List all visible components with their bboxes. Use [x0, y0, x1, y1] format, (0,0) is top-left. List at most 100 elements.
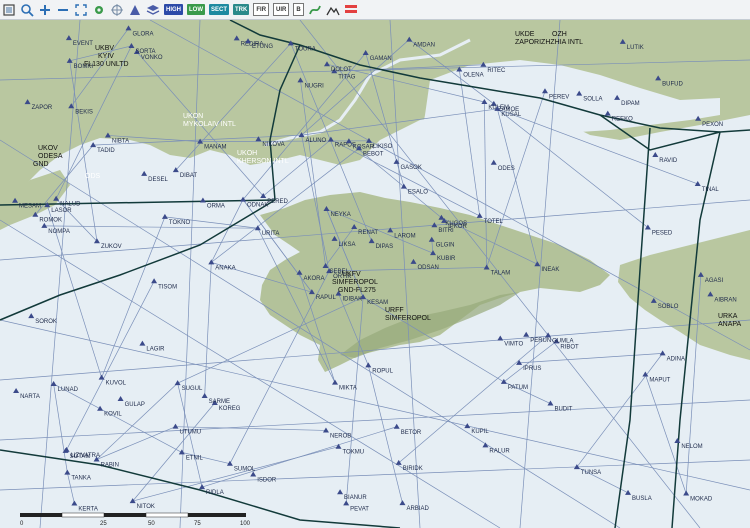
waypoint-label: DESEL	[148, 177, 168, 183]
high-airways-button[interactable]: HIGH	[164, 4, 183, 15]
waypoint-label: OLENA	[463, 72, 483, 78]
waypoint-label: ETNIL	[186, 455, 204, 461]
waypoint-label: ODSAN	[417, 265, 438, 271]
waypoint-label: ZUKOV	[101, 244, 122, 250]
layers-icon[interactable]	[2, 3, 16, 17]
waypoint-label: GAMAN	[370, 56, 392, 62]
target-icon[interactable]	[110, 3, 124, 17]
waypoint-label: TITAG	[338, 74, 356, 80]
terrain-icon[interactable]	[326, 3, 340, 17]
route-icon[interactable]	[308, 3, 322, 17]
svg-text:75: 75	[194, 521, 201, 527]
zoom-in-icon[interactable]	[38, 3, 52, 17]
waypoint-label: URITA	[262, 231, 280, 237]
zoom-out-icon[interactable]	[56, 3, 70, 17]
airport-sub: FL130 UNLTD	[84, 61, 129, 68]
low-airways-button[interactable]: LOW	[187, 4, 205, 15]
waypoint-label: EVENT	[73, 41, 93, 47]
waypoint-label: LIKSA	[339, 242, 356, 248]
airport-sub: GND	[33, 161, 49, 168]
waypoint-label: AMDAN	[413, 43, 435, 49]
fit-icon[interactable]	[74, 3, 88, 17]
legend-icon[interactable]	[344, 3, 358, 17]
airport-code: UKBV	[95, 45, 114, 52]
layer-stack-icon[interactable]	[146, 3, 160, 17]
airport-sub: GND-FL275	[338, 287, 376, 294]
waypoint-label: KOREG	[219, 406, 241, 412]
waypoint-label: NOMPA	[48, 229, 70, 235]
gear-icon[interactable]	[92, 3, 106, 17]
waypoint-label: NUGRI	[304, 83, 324, 89]
airport-code2: OZH	[552, 31, 567, 38]
waypoint-label: NITOK	[137, 504, 155, 510]
waypoint-label: ISDOR	[257, 478, 277, 484]
airport-ods[interactable]: ODS	[85, 173, 101, 180]
uir-button[interactable]: UIR	[273, 3, 290, 16]
waypoint-label: KUSAL	[501, 112, 521, 118]
waypoint-label: ORMA	[207, 204, 225, 210]
waypoint-label: ODES	[498, 166, 515, 172]
waypoint-label: PEVAT	[350, 506, 369, 512]
waypoint-label: NIKOVA	[262, 142, 284, 148]
waypoint-label: KESAM	[367, 300, 388, 306]
airport-code: UKFV	[342, 271, 361, 278]
waypoint-label: LASOR	[51, 208, 72, 214]
waypoint-label: PERUN	[530, 338, 551, 344]
waypoint-label: BETOR	[401, 430, 422, 436]
b-button[interactable]: B	[293, 3, 304, 16]
airport-name: ODESA	[38, 153, 63, 160]
waypoint-label: DIBAT	[180, 173, 198, 179]
waypoint-label: BEBOT	[363, 151, 384, 157]
waypoint-label: RABIN	[101, 463, 119, 469]
waypoint-label: SOLLA	[583, 97, 602, 103]
waypoint-label: NEYKA	[330, 212, 350, 218]
airport-name: MYKOLAIV INTL	[183, 121, 236, 128]
waypoint-label: IDIBAK	[342, 297, 362, 303]
waypoint-label: RALUR	[489, 448, 510, 454]
waypoint-label: TINAL	[702, 187, 720, 193]
waypoint-label: ADINA	[667, 356, 685, 362]
waypoint-label: DIPAM	[621, 101, 640, 107]
waypoint-label: ALUNO	[306, 138, 327, 144]
waypoint-label: TOKMU	[343, 450, 365, 456]
sectors-button[interactable]: SECT	[209, 4, 230, 15]
aeronautical-map[interactable]: KESAMTADIDORTIKLIZIVATRABITRIKOREGRITECL…	[0, 20, 750, 528]
waypoint-label: VIMTO	[504, 342, 523, 348]
airport-name: ZAPORIZHZHIA INTL	[515, 39, 583, 46]
waypoint-label: ZAPOR	[32, 105, 53, 111]
fir-button[interactable]: FIR	[253, 3, 270, 16]
tracks-button[interactable]: TRK	[233, 4, 250, 15]
waypoint-label: VONKO	[141, 55, 163, 61]
waypoint-label: ETUNG	[252, 44, 273, 50]
waypoint-label: BEKIS	[75, 109, 93, 115]
waypoint-label: TOURA	[295, 46, 316, 52]
waypoint-label: SARME	[209, 399, 230, 405]
waypoint-label: NEROB	[330, 433, 351, 439]
airport-name: SIMFEROPOL	[385, 315, 431, 322]
waypoint-label: TOTEL	[484, 219, 504, 225]
waypoint-label: REEKO	[612, 117, 633, 123]
waypoint-label: RIBOT	[560, 344, 579, 350]
waypoint-label: LAROM	[394, 233, 415, 239]
waypoint-label: KUVOL	[106, 381, 127, 387]
waypoint-label: TOKNO	[169, 220, 191, 226]
airport-code: URKA	[718, 313, 738, 320]
waypoint-label: MESAM	[19, 204, 41, 210]
waypoint-label: LIKISO	[373, 144, 393, 150]
waypoint-label: NARTA	[20, 394, 40, 400]
waypoint-label: TISOM	[158, 284, 177, 290]
waypoint-label: LAGIR	[146, 347, 165, 353]
waypoint-label: GUMLA	[552, 338, 573, 344]
waypoint-label: MANAM	[204, 145, 226, 151]
waypoint-label: MAPUT	[649, 377, 670, 383]
airport-code: URFF	[385, 307, 404, 314]
airport-code: UKOH	[237, 150, 257, 157]
airport-code: UKON	[183, 113, 203, 120]
waypoint-label: NELOM	[681, 444, 702, 450]
triangle-icon[interactable]	[128, 3, 142, 17]
search-icon[interactable]	[20, 3, 34, 17]
waypoint-label: KUGOS	[445, 221, 467, 227]
waypoint-label: INEAK	[541, 267, 559, 273]
waypoint-label: ODNAK	[247, 203, 268, 209]
waypoint-label: AKORA	[303, 276, 324, 282]
